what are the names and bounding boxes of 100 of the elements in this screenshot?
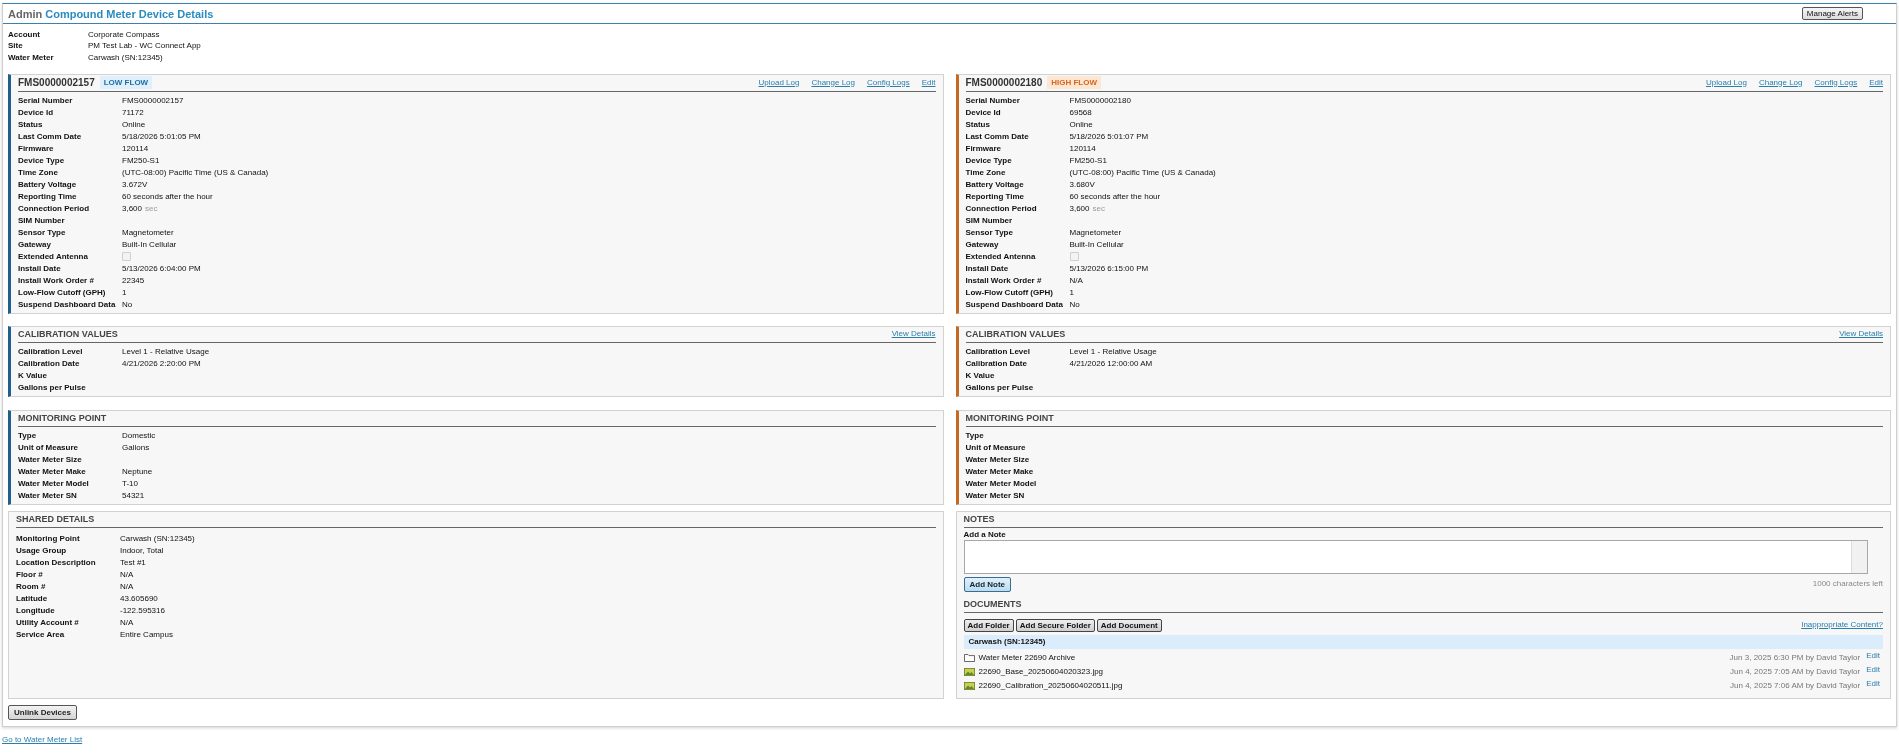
file-meta: Jun 4, 2025 7:05 AM by David Taylor — [1730, 666, 1861, 677]
field-value: 4/21/2026 12:00:00 AM — [1069, 358, 1153, 369]
panel-link[interactable]: Edit — [921, 77, 936, 88]
edit-link[interactable]: Edit — [1866, 678, 1880, 689]
field-value: 120114 — [122, 143, 149, 154]
page-title: Compound Meter Device Details — [45, 7, 214, 20]
checkbox[interactable] — [1069, 252, 1079, 261]
field-value: N/A — [120, 581, 134, 592]
field-label: Sensor Type — [965, 227, 1014, 238]
report-link[interactable]: Inappropriate Content? — [1801, 620, 1883, 630]
file-meta: Jun 3, 2025 6:30 PM by David Taylor — [1729, 652, 1861, 663]
field-value: 5/13/2026 6:15:00 PM — [1069, 263, 1149, 274]
field-value: No — [1069, 299, 1080, 310]
field-value: Entire Campus — [120, 629, 173, 640]
field-value: 3,600 — [122, 203, 143, 214]
field-label: Connection Period — [18, 203, 91, 214]
panel-link[interactable]: Upload Log — [758, 77, 800, 88]
field-label: Account — [8, 29, 41, 40]
edit-link[interactable]: Edit — [1866, 664, 1880, 675]
field-label: Low-Flow Cutoff (GPH) — [18, 287, 107, 298]
field-value: Domestic — [122, 430, 156, 441]
field-label: Firmware — [18, 143, 55, 154]
folder-header[interactable]: Carwash (SN:12345) — [963, 634, 1883, 649]
field-label: Reporting Time — [965, 191, 1026, 202]
field-label: Unit of Measure — [18, 442, 79, 453]
field-value: 5/18/2026 5:01:05 PM — [122, 131, 201, 142]
panel-link[interactable]: Upload Log — [1706, 77, 1747, 88]
unit-label: sec — [145, 203, 158, 214]
field-label: Gallons per Pulse — [18, 382, 87, 393]
file-name[interactable]: 22690_Calibration_20250604020511.jpg — [978, 680, 1123, 691]
field-label: Low-Flow Cutoff (GPH) — [965, 287, 1055, 298]
field-label: Location Description — [16, 557, 97, 568]
field-value: PM Test Lab - WC Connect App — [88, 41, 201, 52]
unlink-devices-button[interactable]: Unlink Devices — [8, 704, 77, 720]
toolbar-button[interactable]: Add Secure Folder — [1015, 618, 1095, 632]
file-name[interactable]: 22690_Base_20250604020323.jpg — [978, 666, 1104, 677]
field-label: Latitude — [16, 593, 49, 604]
field-label: Water Meter SN — [965, 490, 1026, 501]
field-label: Monitoring Point — [16, 533, 81, 544]
panel-link[interactable]: Edit — [1869, 77, 1883, 88]
field-value: 5/13/2026 6:04:00 PM — [122, 263, 201, 274]
field-label: Water Meter SN — [18, 490, 78, 501]
toolbar-button[interactable]: Add Folder — [963, 618, 1014, 632]
field-label: Device Id — [965, 107, 1002, 118]
view-details-link[interactable]: View Details — [891, 329, 936, 339]
checkbox[interactable] — [122, 252, 131, 261]
field-value: Built-In Cellular — [1069, 239, 1124, 250]
section-heading: MONITORING POINT — [965, 412, 1054, 424]
back-link[interactable]: Go to Water Meter List — [2, 734, 83, 745]
field-value: Carwash (SN:12345) — [88, 52, 163, 63]
file-name[interactable]: Water Meter 22690 Archive — [978, 652, 1076, 663]
field-value: N/A — [120, 617, 134, 628]
field-value: Built-In Cellular — [122, 239, 177, 250]
field-value: 60 seconds after the hour — [122, 191, 213, 202]
field-value: FM250-S1 — [122, 155, 160, 166]
character-counter: 1000 characters left — [1812, 578, 1883, 589]
field-label: Extended Antenna — [965, 251, 1037, 262]
field-value: 43.605690 — [120, 593, 158, 604]
unit-label: sec — [1092, 203, 1105, 214]
field-label: Water Meter Size — [965, 454, 1031, 465]
section-heading: CALIBRATION VALUES — [18, 328, 118, 340]
field-value: Online — [122, 119, 146, 130]
field-label: Device Type — [18, 155, 66, 166]
device-name: FMS0000002157 — [18, 77, 95, 88]
field-value: Level 1 - Relative Usage — [1069, 346, 1157, 357]
field-label: Time Zone — [18, 167, 59, 178]
field-value: 69568 — [1069, 107, 1092, 118]
field-label: Install Date — [965, 263, 1010, 274]
panel-link[interactable]: Change Log — [811, 77, 855, 88]
panel-link[interactable]: Change Log — [1758, 77, 1803, 88]
section-heading: SHARED DETAILS — [16, 513, 95, 525]
field-label: Floor # — [16, 569, 44, 580]
field-value: Test #1 — [120, 557, 146, 568]
field-value: Carwash (SN:12345) — [120, 533, 195, 544]
flow-badge: LOW FLOW — [99, 76, 153, 89]
edit-link[interactable]: Edit — [1866, 650, 1880, 661]
section-heading: DOCUMENTS — [963, 598, 1022, 610]
field-value: 22345 — [122, 275, 145, 286]
manage-alerts-button[interactable]: Manage Alerts — [1801, 7, 1863, 20]
field-label: Device Id — [18, 107, 55, 118]
field-label: Calibration Date — [965, 358, 1028, 369]
field-label: Unit of Measure — [965, 442, 1027, 453]
field-label: Suspend Dashboard Data — [18, 299, 117, 310]
toolbar-button[interactable]: Add Document — [1096, 618, 1162, 632]
field-label: Water Meter — [8, 52, 55, 63]
field-label: Reporting Time — [18, 191, 78, 202]
panel-link[interactable]: Config Logs — [867, 77, 910, 88]
field-value: 71172 — [122, 107, 144, 118]
field-label: Service Area — [16, 629, 66, 640]
panel-link[interactable]: Config Logs — [1814, 77, 1858, 88]
field-label: Install Work Order # — [18, 275, 95, 286]
field-value: No — [122, 299, 133, 310]
field-label: Calibration Level — [965, 346, 1031, 357]
add-note-button[interactable]: Add Note — [963, 576, 1012, 592]
field-label: SIM Number — [965, 215, 1014, 226]
note-field[interactable] — [963, 539, 1868, 574]
field-value: -122.595316 — [120, 605, 165, 616]
field-label: Utility Account # — [16, 617, 80, 628]
section-heading: CALIBRATION VALUES — [965, 328, 1066, 340]
view-details-link[interactable]: View Details — [1839, 329, 1883, 339]
